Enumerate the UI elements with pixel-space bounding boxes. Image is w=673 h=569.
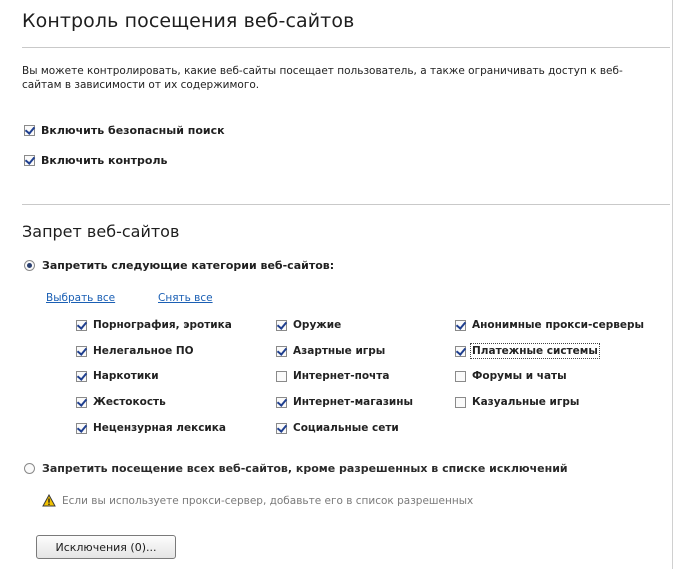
category-weapons[interactable]: Оружие <box>276 319 341 331</box>
category-label: Платежные системы <box>470 343 600 359</box>
category-checkbox[interactable] <box>455 370 466 382</box>
category-label: Наркотики <box>93 370 159 382</box>
category-payment-systems[interactable]: Платежные системы <box>455 343 600 359</box>
category-online-shops[interactable]: Интернет-магазины <box>276 396 413 408</box>
category-casual-games[interactable]: Казуальные игры <box>455 396 579 408</box>
category-illegal-software[interactable]: Нелегальное ПО <box>76 345 194 357</box>
block-categories-label: Запретить следующие категории веб-сайтов… <box>42 259 335 272</box>
category-checkbox[interactable] <box>76 370 87 382</box>
enable-control-checkbox[interactable] <box>24 155 35 166</box>
category-checkbox[interactable] <box>76 396 87 408</box>
category-label: Нецензурная лексика <box>93 422 226 434</box>
category-web-mail[interactable]: Интернет-почта <box>276 370 389 382</box>
description-text: Вы можете контролировать, какие веб-сайт… <box>22 65 623 91</box>
proxy-warning: Если вы используете прокси-сервер, добав… <box>42 494 473 507</box>
category-drugs[interactable]: Наркотики <box>76 370 159 382</box>
category-label: Оружие <box>293 319 342 331</box>
safe-search-option[interactable]: Включить безопасный поиск <box>24 124 225 137</box>
category-label: Форумы и чаты <box>472 370 567 382</box>
category-checkbox[interactable] <box>76 345 87 357</box>
page-title: Контроль посещения веб-сайтов <box>22 10 355 32</box>
enable-control-label: Включить контроль <box>41 154 168 167</box>
category-label: Порнография, эротика <box>93 319 232 331</box>
category-checkbox[interactable] <box>455 319 466 331</box>
allowlist-only-radio-option[interactable]: Запретить посещение всех веб-сайтов, кро… <box>24 462 568 475</box>
block-categories-radio-option[interactable]: Запретить следующие категории веб-сайтов… <box>24 259 334 272</box>
category-label: Казуальные игры <box>472 396 580 408</box>
category-checkbox[interactable] <box>455 396 466 408</box>
category-forums-chats[interactable]: Форумы и чаты <box>455 370 567 382</box>
category-label: Жестокость <box>93 396 166 408</box>
category-social-networks[interactable]: Социальные сети <box>276 422 399 434</box>
category-profanity[interactable]: Нецензурная лексика <box>76 422 226 434</box>
category-label: Анонимные прокси-серверы <box>472 319 645 331</box>
title-divider <box>22 47 670 48</box>
category-checkbox[interactable] <box>76 422 87 434</box>
category-checkbox[interactable] <box>276 319 287 331</box>
category-label: Интернет-почта <box>293 370 390 382</box>
select-all-link[interactable]: Выбрать все <box>46 292 115 304</box>
category-label: Интернет-магазины <box>293 396 414 408</box>
section-divider <box>22 204 670 205</box>
category-checkbox[interactable] <box>276 422 287 434</box>
clear-all-link[interactable]: Снять все <box>158 292 213 304</box>
category-pornography[interactable]: Порнография, эротика <box>76 319 232 331</box>
category-checkbox[interactable] <box>76 319 87 331</box>
block-section-title: Запрет веб-сайтов <box>22 222 180 241</box>
category-checkbox[interactable] <box>276 396 287 408</box>
category-label: Социальные сети <box>293 422 399 434</box>
exceptions-button[interactable]: Исключения (0)... <box>36 535 176 559</box>
parental-control-panel: Контроль посещения веб-сайтов Вы можете … <box>0 0 673 569</box>
category-label: Азартные игры <box>293 345 386 357</box>
category-anonymous-proxies[interactable]: Анонимные прокси-серверы <box>455 319 644 331</box>
category-checkbox[interactable] <box>276 345 287 357</box>
allowlist-only-label: Запретить посещение всех веб-сайтов, кро… <box>42 462 568 475</box>
category-checkbox[interactable] <box>455 345 466 357</box>
category-label: Нелегальное ПО <box>93 345 194 357</box>
proxy-warning-text: Если вы используете прокси-сервер, добав… <box>62 494 474 507</box>
block-categories-radio[interactable] <box>24 260 35 271</box>
enable-control-option[interactable]: Включить контроль <box>24 154 167 167</box>
warning-triangle-icon <box>42 494 56 507</box>
category-checkbox[interactable] <box>276 370 287 382</box>
category-violence[interactable]: Жестокость <box>76 396 166 408</box>
safe-search-label: Включить безопасный поиск <box>41 124 225 137</box>
category-gambling[interactable]: Азартные игры <box>276 345 385 357</box>
safe-search-checkbox[interactable] <box>24 125 35 136</box>
allowlist-only-radio[interactable] <box>24 463 35 474</box>
